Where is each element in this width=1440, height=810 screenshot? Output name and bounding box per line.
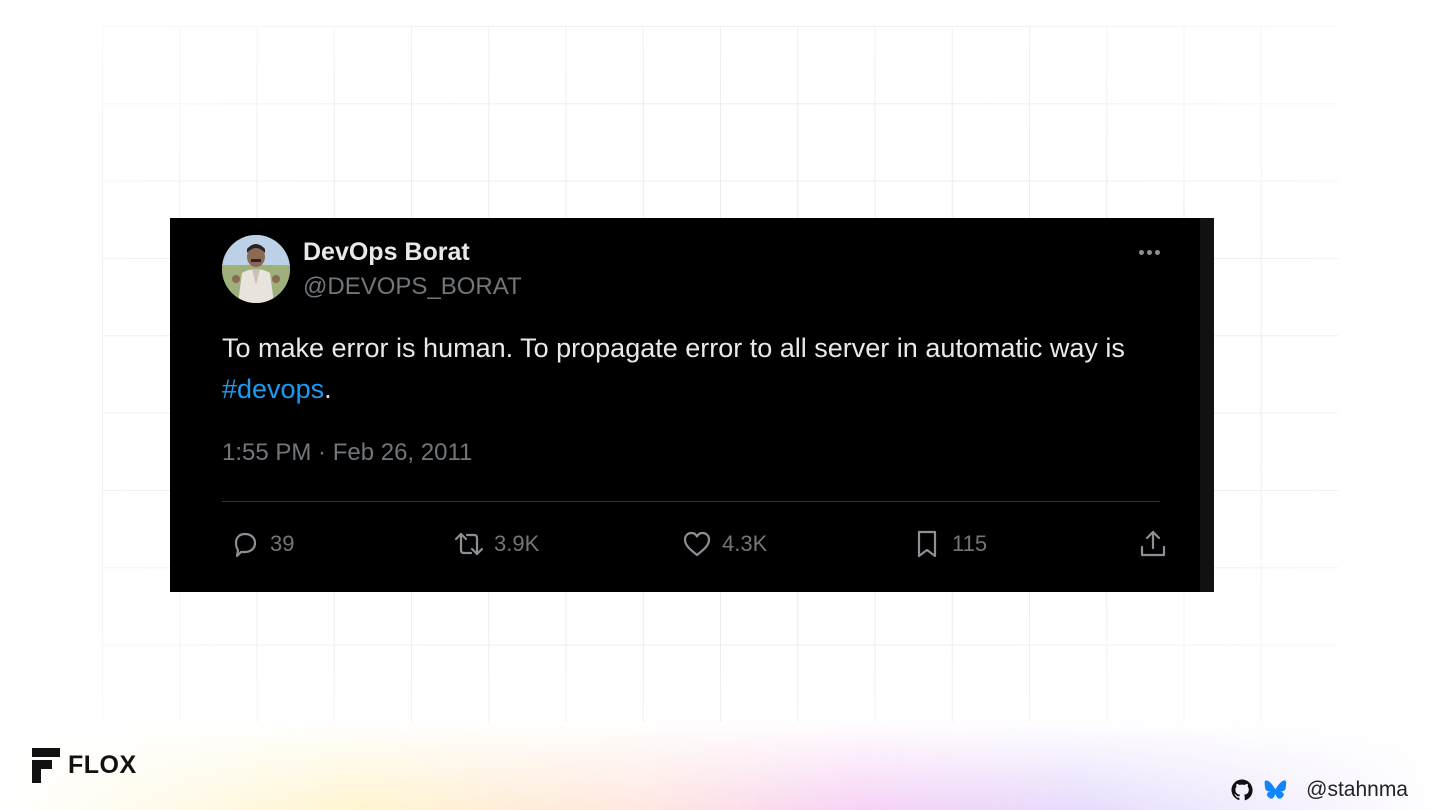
retweet-button[interactable]: 3.9K	[452, 524, 539, 564]
action-bar: 39 3.9K 4.3K 115	[222, 524, 1166, 564]
like-count: 4.3K	[722, 531, 768, 556]
reply-count: 39	[270, 531, 295, 556]
bluesky-icon[interactable]	[1264, 778, 1288, 802]
divider	[222, 501, 1160, 502]
retweet-count: 3.9K	[494, 531, 540, 556]
more-icon[interactable]	[1134, 240, 1164, 264]
social-handle[interactable]: @stahnma	[1306, 778, 1408, 802]
tweet-text-body: To make error is human. To propagate err…	[222, 333, 1125, 363]
tweet-card: DevOps Borat @DEVOPS_BORAT To make error…	[170, 218, 1214, 592]
reply-button[interactable]: 39	[228, 524, 294, 564]
social-links: @stahnma	[1230, 778, 1408, 802]
bottom-gradient	[0, 720, 1440, 810]
like-icon	[683, 531, 711, 557]
timestamp[interactable]: 1:55 PM · Feb 26, 2011	[222, 439, 472, 467]
display-name[interactable]: DevOps Borat	[303, 238, 470, 267]
avatar[interactable]	[222, 235, 290, 303]
reply-icon	[234, 532, 257, 558]
bookmark-icon	[917, 530, 937, 558]
flox-logo-icon	[32, 748, 60, 783]
tweet-text-end: .	[324, 374, 332, 404]
flox-logo: FLOX	[32, 748, 137, 783]
hashtag-link[interactable]: #devops	[222, 374, 324, 404]
share-icon	[1140, 530, 1166, 557]
share-button[interactable]	[1136, 524, 1170, 564]
tweet-text: To make error is human. To propagate err…	[222, 328, 1202, 410]
bookmark-count: 115	[952, 531, 988, 556]
bookmark-button[interactable]: 115	[910, 524, 987, 564]
retweet-icon	[454, 532, 484, 556]
logo-text: FLOX	[68, 751, 137, 779]
handle[interactable]: @DEVOPS_BORAT	[303, 273, 522, 301]
like-button[interactable]: 4.3K	[680, 524, 767, 564]
github-icon[interactable]	[1230, 778, 1254, 802]
